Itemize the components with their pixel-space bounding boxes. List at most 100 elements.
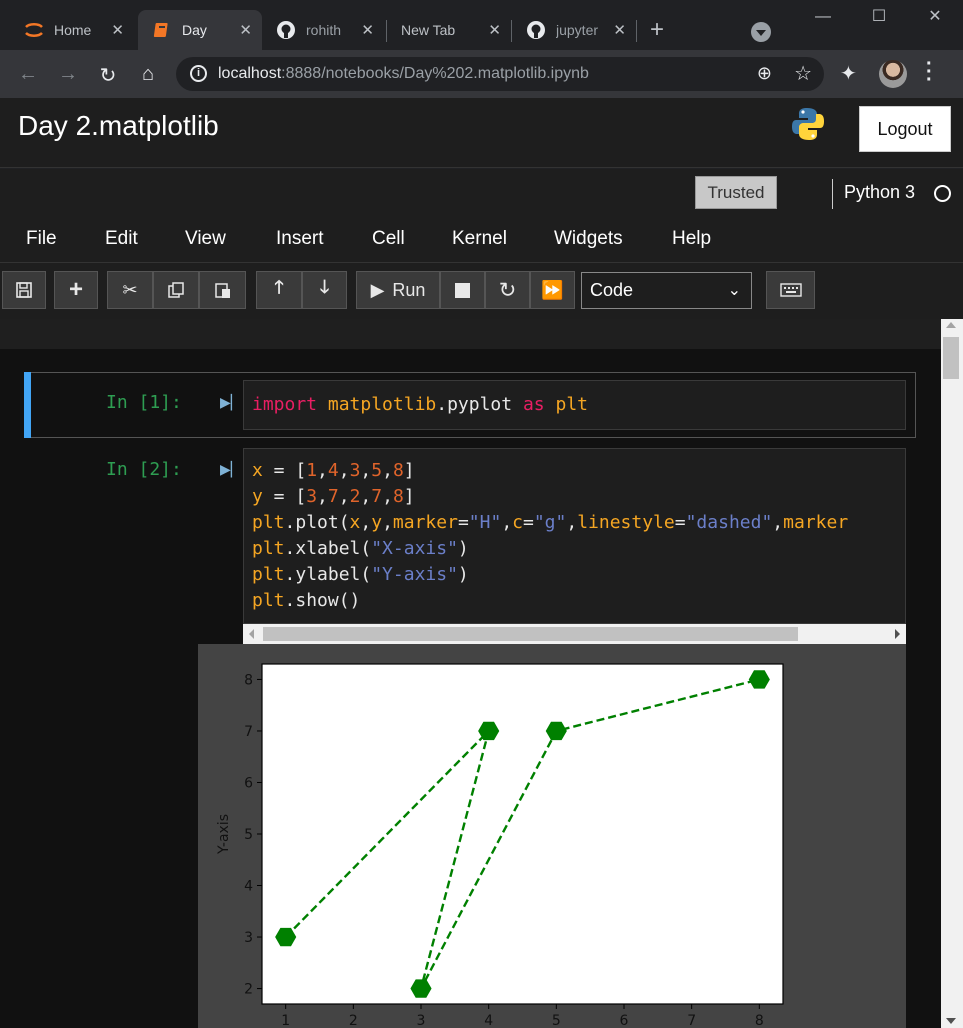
address-bar[interactable]: i localhost:8888/notebooks/Day%202.matpl… bbox=[176, 57, 824, 91]
python-logo-icon bbox=[790, 106, 826, 142]
bookmark-star-icon[interactable]: ☆ bbox=[794, 61, 812, 86]
run-cell-icon[interactable]: ▶▏ bbox=[220, 461, 242, 478]
menu-cell[interactable]: Cell bbox=[372, 228, 405, 250]
code-editor[interactable]: x = [1,4,3,5,8] y = [3,7,2,7,8] plt.plot… bbox=[243, 448, 906, 624]
tab-notebook[interactable]: Day 2.matplotlib ✕ bbox=[138, 10, 262, 50]
close-icon[interactable]: ✕ bbox=[488, 21, 501, 39]
more-menu-icon[interactable]: · · · bbox=[926, 54, 933, 90]
copy-icon bbox=[168, 282, 184, 298]
close-icon[interactable]: ✕ bbox=[613, 21, 626, 39]
code-line: plt.ylabel("Y-axis") bbox=[252, 564, 469, 585]
menu-insert[interactable]: Insert bbox=[276, 228, 324, 250]
close-window-icon[interactable]: ✕ bbox=[907, 0, 963, 34]
tab-github-rohith[interactable]: rohith ✕ bbox=[262, 10, 384, 50]
url-host: localhost bbox=[218, 65, 282, 82]
y-tick-label: 6 bbox=[244, 775, 253, 791]
logout-button[interactable]: Logout bbox=[859, 106, 951, 152]
restart-icon: ↻ bbox=[498, 278, 517, 302]
menu-widgets[interactable]: Widgets bbox=[554, 228, 623, 250]
menu-help[interactable]: Help bbox=[672, 228, 711, 250]
scrollbar-thumb[interactable] bbox=[263, 627, 798, 641]
scrollbar-thumb[interactable] bbox=[943, 337, 959, 379]
x-tick-label: 3 bbox=[417, 1013, 426, 1028]
kernel-status-row: Trusted Python 3 bbox=[0, 169, 963, 219]
forward-icon[interactable]: → bbox=[56, 63, 80, 86]
code-editor[interactable]: import matplotlib.pyplot as plt bbox=[243, 380, 906, 430]
tab-label: New Tab bbox=[401, 22, 456, 38]
scroll-up-icon[interactable] bbox=[946, 322, 956, 328]
tab-label: rohith bbox=[306, 22, 342, 38]
trusted-badge[interactable]: Trusted bbox=[695, 176, 777, 209]
vertical-scrollbar[interactable] bbox=[941, 319, 963, 1028]
info-icon[interactable]: i bbox=[190, 65, 207, 82]
y-tick-label: 4 bbox=[244, 879, 253, 895]
menu-kernel[interactable]: Kernel bbox=[452, 228, 507, 250]
x-tick-label: 1 bbox=[281, 1013, 290, 1028]
menu-bar: File Edit View Insert Cell Kernel Widget… bbox=[0, 219, 963, 263]
save-icon bbox=[16, 282, 32, 298]
scroll-left-icon[interactable] bbox=[249, 629, 254, 639]
scroll-right-icon[interactable] bbox=[895, 629, 900, 639]
tab-github-jupyter[interactable]: jupyter ✕ bbox=[512, 10, 636, 50]
horizontal-scrollbar[interactable] bbox=[243, 624, 906, 644]
paste-button[interactable] bbox=[199, 271, 246, 309]
cell-output: 2 3 4 5 6 7 8 1 2 3 4 5 6 7 8 Y-axis bbox=[198, 644, 906, 1028]
tab-search-icon[interactable] bbox=[751, 22, 771, 42]
home-icon[interactable]: ⌂ bbox=[136, 63, 160, 86]
y-tick-label: 7 bbox=[244, 724, 253, 740]
notebook-top-band bbox=[0, 319, 941, 349]
copy-button[interactable] bbox=[153, 271, 199, 309]
zoom-icon[interactable]: ⊕ bbox=[757, 63, 772, 84]
close-icon[interactable]: ✕ bbox=[111, 21, 124, 39]
scroll-down-icon[interactable] bbox=[946, 1018, 956, 1024]
notebook-title[interactable]: Day 2.matplotlib bbox=[18, 110, 219, 142]
kernel-separator bbox=[832, 179, 833, 209]
run-cell-icon[interactable]: ▶▏ bbox=[220, 394, 242, 411]
notebook-toolbar: + ✂ 🡑 🡓 ▶ Run ↻ ⏩ Code ⌄ bbox=[0, 263, 963, 319]
move-up-button[interactable]: 🡑 bbox=[256, 271, 302, 309]
tab-label: Home bbox=[54, 22, 92, 38]
command-palette-button[interactable] bbox=[766, 271, 815, 309]
save-button[interactable] bbox=[2, 271, 46, 309]
x-tick-label: 2 bbox=[349, 1013, 358, 1028]
notebook-container[interactable]: In [1]: ▶▏ import matplotlib.pyplot as p… bbox=[0, 319, 941, 1028]
extensions-icon[interactable]: ✦ bbox=[840, 61, 857, 86]
restart-run-all-button[interactable]: ⏩ bbox=[530, 271, 575, 309]
code-line: import matplotlib.pyplot as plt bbox=[252, 394, 588, 415]
selected-cell-indicator bbox=[24, 372, 31, 438]
menu-view[interactable]: View bbox=[185, 228, 226, 250]
close-icon[interactable]: ✕ bbox=[361, 21, 374, 39]
reload-icon[interactable]: ↻ bbox=[96, 63, 120, 88]
close-icon[interactable]: ✕ bbox=[239, 21, 252, 39]
code-line: x = [1,4,3,5,8] bbox=[252, 460, 415, 481]
data-point-marker bbox=[410, 979, 432, 998]
cut-button[interactable]: ✂ bbox=[107, 271, 153, 309]
tab-home[interactable]: Home ✕ bbox=[10, 10, 134, 50]
x-tick-label: 4 bbox=[484, 1013, 493, 1028]
move-down-button[interactable]: 🡓 bbox=[302, 271, 347, 309]
cell-type-select[interactable]: Code ⌄ bbox=[581, 272, 752, 309]
profile-avatar[interactable] bbox=[879, 60, 907, 88]
minimize-icon[interactable]: — bbox=[795, 0, 851, 34]
x-tick-label: 8 bbox=[755, 1013, 764, 1028]
fast-forward-icon: ⏩ bbox=[541, 279, 564, 300]
y-tick-label: 3 bbox=[244, 930, 253, 946]
back-icon[interactable]: ← bbox=[16, 63, 40, 86]
chevron-down-icon: ⌄ bbox=[727, 282, 741, 299]
new-tab-icon[interactable]: + bbox=[650, 16, 664, 44]
maximize-icon[interactable]: ☐ bbox=[851, 0, 907, 34]
y-tick-label: 8 bbox=[244, 672, 253, 688]
run-button[interactable]: ▶ Run bbox=[356, 271, 440, 309]
code-line: y = [3,7,2,7,8] bbox=[252, 486, 415, 507]
kernel-name[interactable]: Python 3 bbox=[844, 182, 915, 203]
restart-button[interactable]: ↻ bbox=[485, 271, 530, 309]
menu-edit[interactable]: Edit bbox=[105, 228, 138, 250]
arrow-up-icon: 🡑 bbox=[274, 277, 284, 297]
browser-window: { "browser": { "tabs": [ {"label": "Home… bbox=[0, 0, 963, 1028]
stop-button[interactable] bbox=[440, 271, 485, 309]
tab-new-tab[interactable]: New Tab ✕ bbox=[387, 10, 511, 50]
insert-cell-button[interactable]: + bbox=[54, 271, 98, 309]
menu-file[interactable]: File bbox=[26, 228, 57, 250]
url-text[interactable]: localhost:8888/notebooks/Day%202.matplot… bbox=[218, 65, 589, 83]
window-controls: — ☐ ✕ bbox=[795, 0, 963, 34]
